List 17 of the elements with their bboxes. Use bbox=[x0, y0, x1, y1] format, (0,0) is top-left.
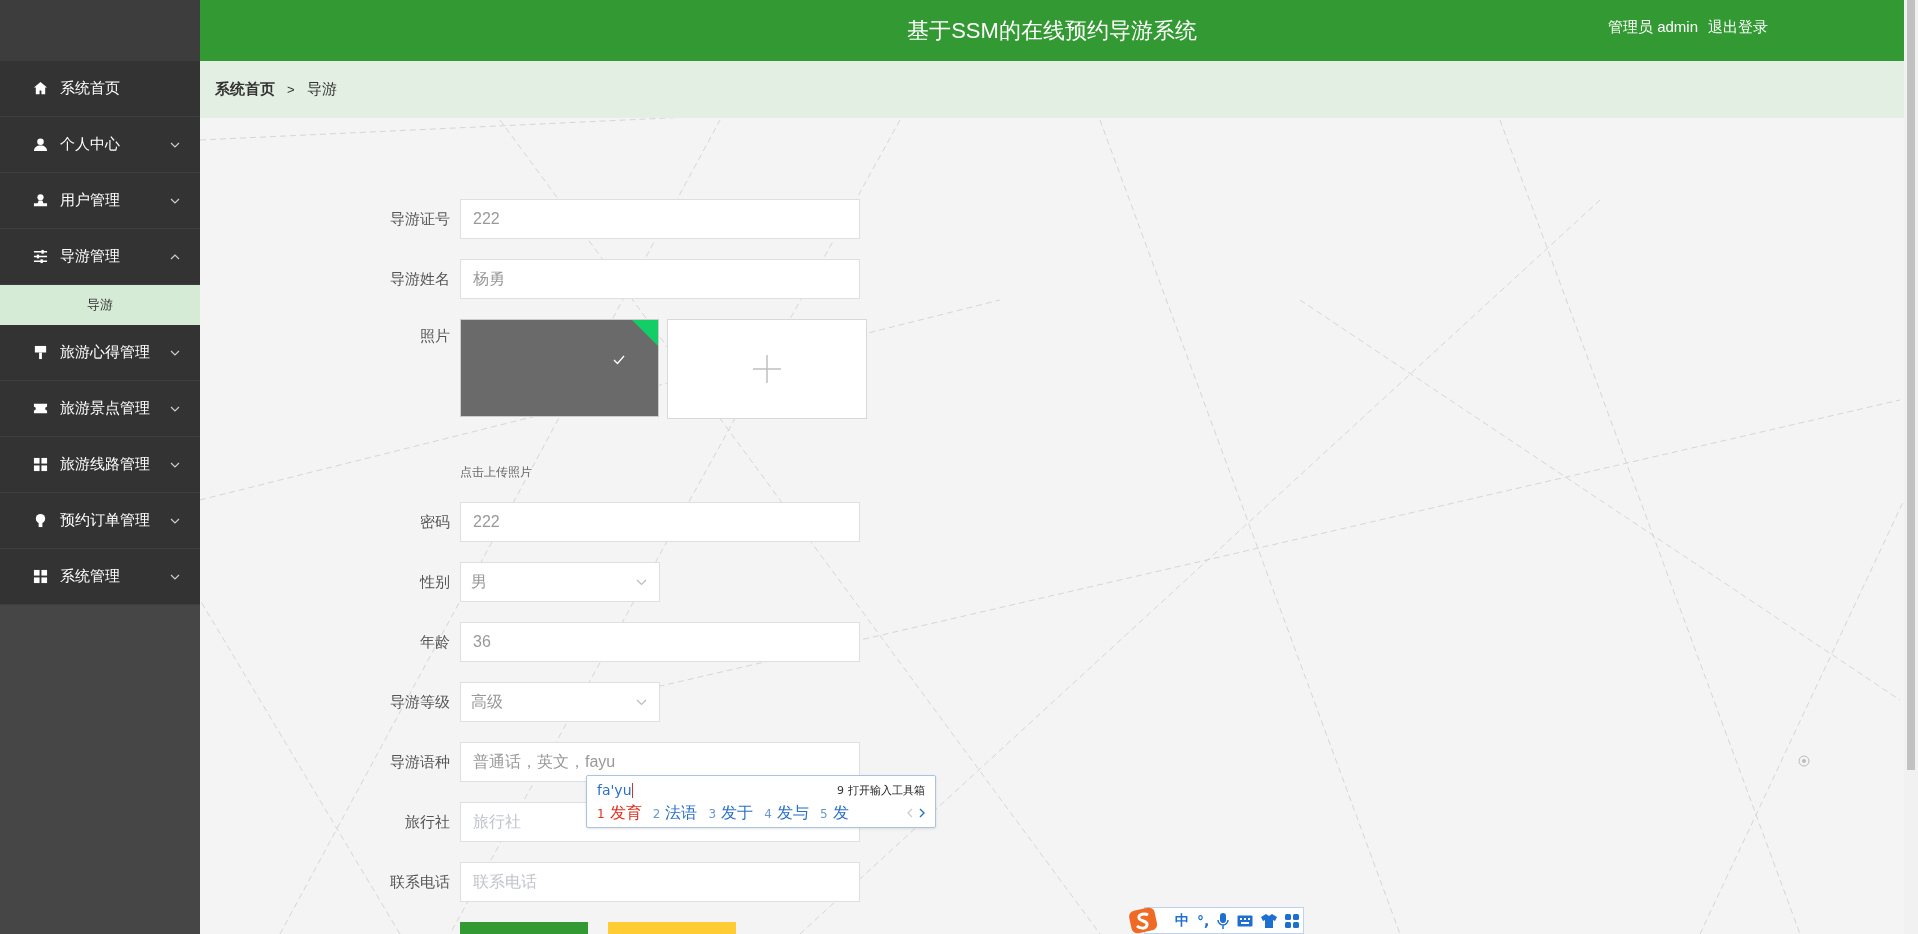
field-label: 导游语种 bbox=[389, 752, 450, 772]
toolbox-key: 9 bbox=[837, 783, 844, 797]
upload-hint: 点击上传照片 bbox=[460, 464, 532, 481]
app-title: 基于SSM的在线预约导游系统 bbox=[907, 16, 1197, 45]
field-label: 导游证号 bbox=[389, 209, 450, 229]
field-label: 性别 bbox=[418, 572, 450, 592]
field-label: 联系电话 bbox=[389, 872, 450, 892]
breadcrumb-item: 导游 bbox=[306, 80, 337, 99]
field-label: 旅行社 bbox=[404, 812, 450, 832]
field-label: 密码 bbox=[419, 512, 450, 532]
user-label: 管理员 admin bbox=[1607, 18, 1698, 37]
field-label: 年龄 bbox=[419, 632, 450, 652]
field-label: 照片 bbox=[419, 326, 450, 346]
ime-composition: fa'yu bbox=[597, 781, 837, 799]
field-label: 导游姓名 bbox=[389, 269, 450, 289]
field-label: 导游等级 bbox=[389, 692, 450, 712]
breadcrumb-separator: > bbox=[287, 82, 295, 97]
